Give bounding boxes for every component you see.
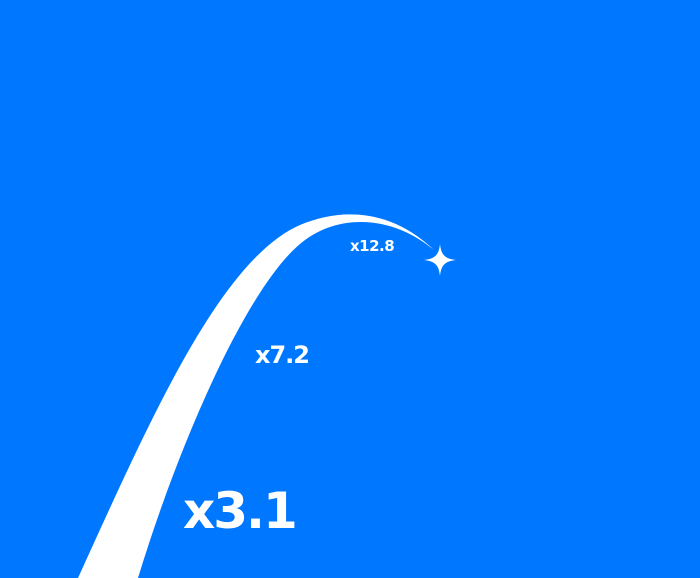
multiplier-illustration: x3.1 x7.2 x12.8 (0, 0, 700, 578)
multiplier-medium-label: x7.2 (255, 341, 310, 369)
multiplier-large-label: x3.1 (183, 482, 298, 540)
trajectory-arc (78, 214, 434, 578)
sparkle-icon (424, 244, 456, 276)
multiplier-small-label: x12.8 (350, 237, 395, 255)
